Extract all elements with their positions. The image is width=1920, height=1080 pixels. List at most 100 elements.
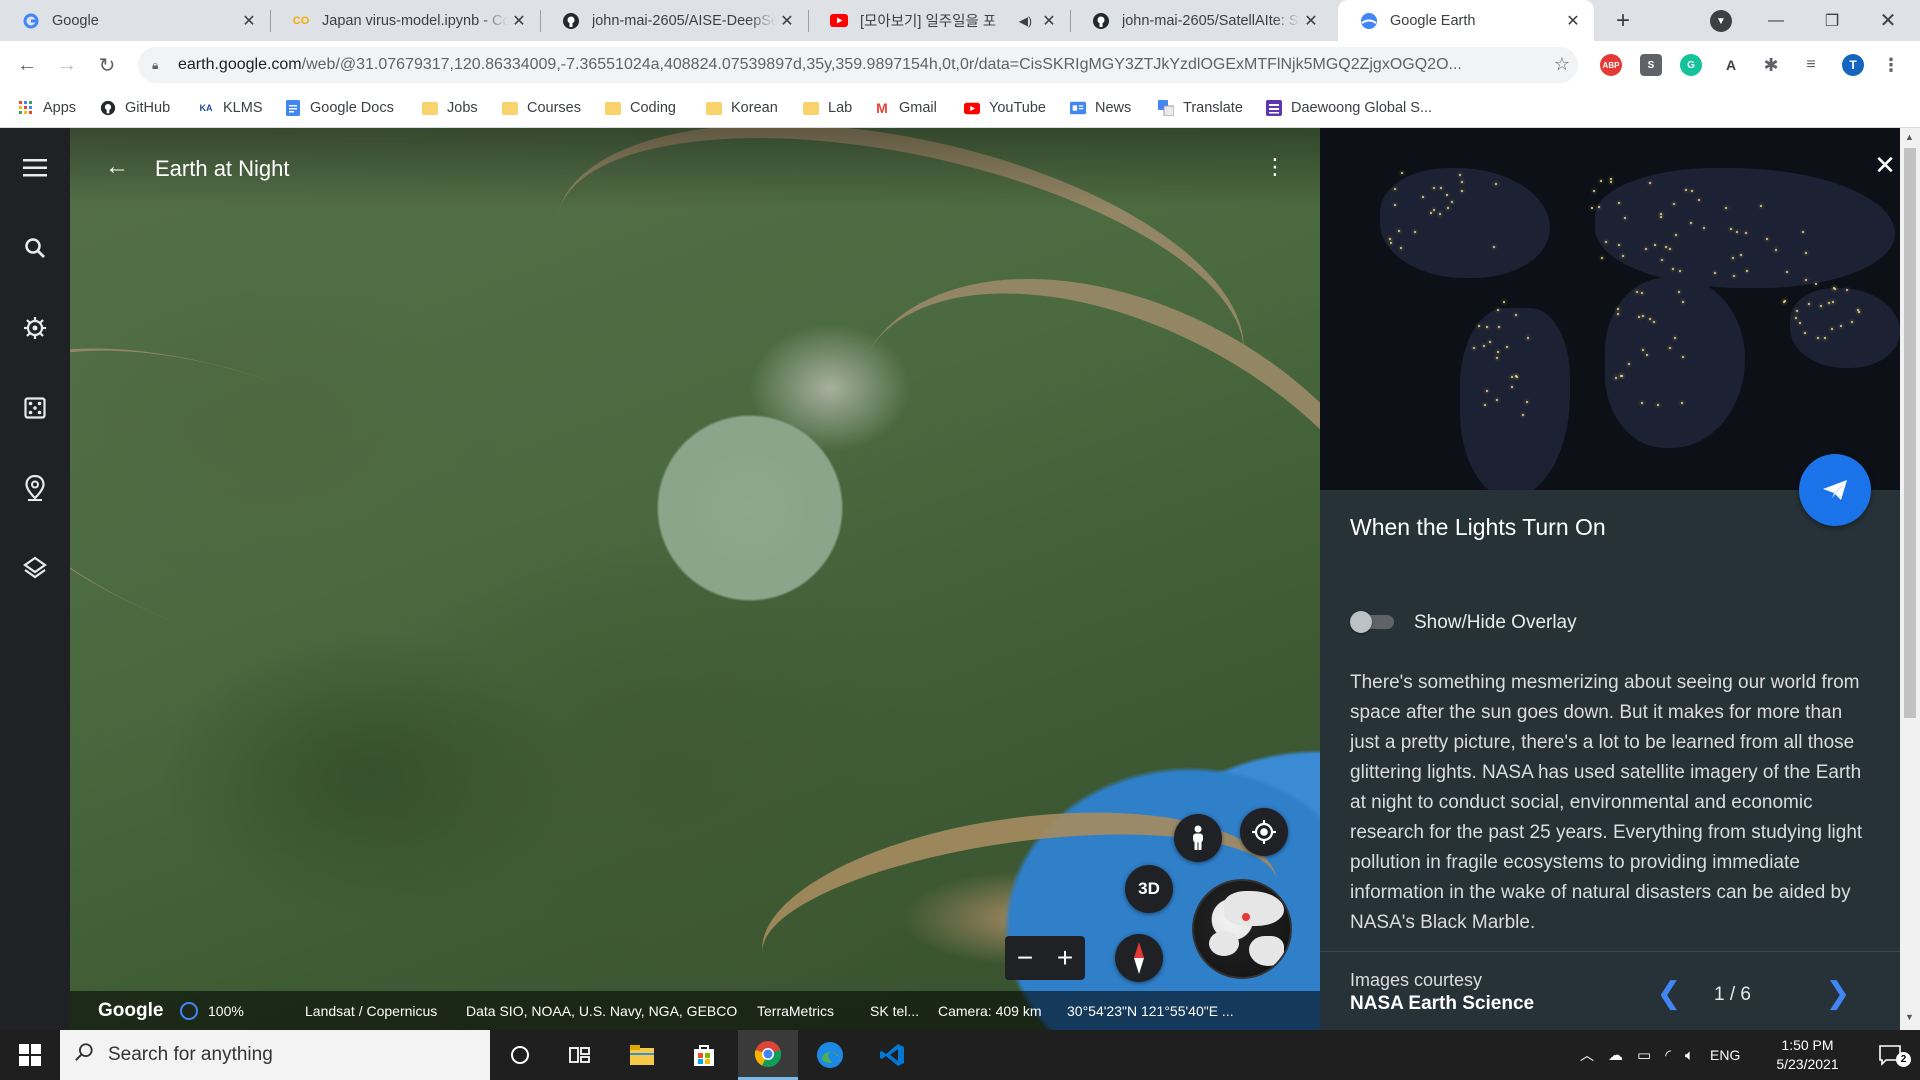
restore-icon[interactable]: ❐ <box>1804 0 1860 41</box>
action-center-notification-icon[interactable]: 2 <box>1860 1030 1920 1080</box>
profile-avatar[interactable]: T <box>1842 54 1864 76</box>
compass-icon[interactable] <box>1115 934 1163 982</box>
city-light <box>1438 212 1441 215</box>
windows-start-icon[interactable] <box>0 1030 60 1080</box>
tab-github-deepsentinel[interactable]: john-mai-2605/AISE-DeepSentinel ✕ <box>540 0 808 41</box>
window-close-icon[interactable]: ✕ <box>1860 0 1916 41</box>
tab-audio-icon[interactable]: ◀) <box>1019 14 1032 28</box>
taskbar-search-box[interactable]: Search for anything <box>60 1030 490 1080</box>
microsoft-store-icon[interactable] <box>674 1030 734 1080</box>
tab-github-satellaite[interactable]: john-mai-2605/SatellAIte: Satellite ✕ <box>1070 0 1332 41</box>
reload-icon[interactable]: ↻ <box>92 50 122 80</box>
chrome-taskbar-icon[interactable] <box>738 1030 798 1080</box>
back-arrow-icon[interactable]: ← <box>12 50 42 80</box>
feeling-lucky-dice-icon[interactable] <box>17 390 53 426</box>
toggle-3d-button[interactable]: 3D <box>1125 865 1173 913</box>
continent-shape <box>1595 168 1895 288</box>
extension-label: ABP <box>1602 60 1620 70</box>
back-arrow-icon[interactable]: ← <box>100 150 134 184</box>
bookmark-folder-coding[interactable]: Coding <box>605 96 676 120</box>
bookmark-google-docs[interactable]: Google Docs <box>285 96 394 120</box>
tab-close-icon[interactable]: ✕ <box>238 10 260 32</box>
tab-close-icon[interactable]: ✕ <box>1300 10 1322 32</box>
tab-youtube[interactable]: [모아보기] 일주일을 포 ◀) ✕ <box>808 0 1070 41</box>
tab-close-icon[interactable]: ✕ <box>1038 10 1060 32</box>
city-light <box>1389 242 1392 245</box>
voyager-icon[interactable] <box>17 310 53 346</box>
attribution-data[interactable]: Data SIO, NOAA, U.S. Navy, NGA, GEBCO <box>466 1003 737 1019</box>
share-button[interactable] <box>1799 454 1871 526</box>
satellite-map-view[interactable]: ← Earth at Night ⋮ 3D − + Google 100% La… <box>70 128 1320 1030</box>
close-panel-icon[interactable]: ✕ <box>1870 150 1900 180</box>
volume-icon[interactable]: 🔈︎ <box>1685 1047 1694 1064</box>
bookmark-folder-courses[interactable]: Courses <box>502 96 581 120</box>
chrome-menu-kebab-icon[interactable]: ⋮ <box>1880 54 1902 76</box>
overlay-toggle[interactable] <box>1350 611 1394 633</box>
tab-title: john-mai-2605/SatellAIte: Satellite <box>1122 12 1300 29</box>
bookmark-gmail[interactable]: M Gmail <box>874 96 937 120</box>
projects-pin-icon[interactable] <box>17 470 53 506</box>
tab-close-icon[interactable]: ✕ <box>1562 10 1584 32</box>
input-language[interactable]: ENG <box>1710 1047 1740 1063</box>
tab-search-chevron-icon[interactable]: ▼ <box>1710 10 1732 32</box>
street-view-pegman-icon[interactable] <box>1174 814 1222 862</box>
extension-a-icon[interactable]: A <box>1720 54 1742 76</box>
lock-icon[interactable]: 🔒︎ <box>152 58 166 73</box>
address-bar[interactable]: 🔒︎ earth.google.com/web/@31.07679317,120… <box>138 47 1578 83</box>
new-tab-plus-icon[interactable]: + <box>1610 7 1636 34</box>
extension-s-icon[interactable]: S <box>1640 54 1662 76</box>
vscode-taskbar-icon[interactable] <box>862 1030 922 1080</box>
bookmark-translate[interactable]: Translate <box>1158 96 1243 120</box>
city-light <box>1497 308 1500 311</box>
bookmark-daewoong[interactable]: Daewoong Global S... <box>1266 96 1432 120</box>
adblock-extension-icon[interactable]: ABP <box>1600 54 1622 76</box>
attribution-imagery[interactable]: Landsat / Copernicus <box>305 1003 437 1019</box>
tab-colab[interactable]: CO Japan virus-model.ipynb - Colaborator… <box>270 0 540 41</box>
search-icon[interactable] <box>17 230 53 266</box>
wifi-icon[interactable]: ◜ <box>1665 1046 1671 1064</box>
show-hidden-icons-chevron-icon[interactable]: ︿ <box>1580 1045 1594 1065</box>
map-style-layers-icon[interactable] <box>17 550 53 586</box>
my-location-icon[interactable] <box>1240 808 1288 856</box>
tab-google[interactable]: Google ✕ <box>0 0 270 41</box>
scrollbar-thumb[interactable] <box>1904 148 1916 718</box>
overview-globe[interactable] <box>1192 879 1292 979</box>
page-scrollbar[interactable]: ▲ ▼ <box>1900 128 1920 1030</box>
tab-google-earth[interactable]: Google Earth ✕ <box>1338 0 1594 41</box>
bookmark-folder-korean[interactable]: Korean <box>706 96 778 120</box>
file-explorer-icon[interactable] <box>612 1030 672 1080</box>
edge-taskbar-icon[interactable] <box>800 1030 860 1080</box>
zoom-in-button[interactable]: + <box>1057 942 1073 974</box>
attribution-sk[interactable]: SK tel... <box>870 1003 919 1019</box>
task-view-icon[interactable] <box>550 1030 610 1080</box>
forward-arrow-icon[interactable]: → <box>52 50 82 80</box>
city-light <box>1697 199 1700 202</box>
onedrive-cloud-icon[interactable]: ☁ <box>1608 1046 1623 1064</box>
media-control-icon[interactable]: ≡ <box>1800 54 1822 76</box>
more-options-icon[interactable]: ⋮ <box>1260 152 1290 182</box>
attribution-terrametrics[interactable]: TerraMetrics <box>757 1003 834 1019</box>
tab-close-icon[interactable]: ✕ <box>508 10 530 32</box>
previous-slide-chevron-icon[interactable]: ❮ <box>1654 977 1684 1010</box>
grammarly-extension-icon[interactable]: G <box>1680 54 1702 76</box>
url-text[interactable]: earth.google.com/web/@31.07679317,120.86… <box>178 56 1558 74</box>
cortana-circle-icon[interactable] <box>490 1030 550 1080</box>
scroll-down-arrow-icon[interactable]: ▼ <box>1905 1012 1914 1022</box>
bookmark-news[interactable]: News <box>1070 96 1131 120</box>
bookmark-folder-lab[interactable]: Lab <box>803 96 852 120</box>
bookmark-klms[interactable]: KA KLMS <box>198 96 263 120</box>
taskbar-clock[interactable]: 1:50 PM 5/23/2021 <box>1760 1036 1855 1074</box>
bookmark-folder-jobs[interactable]: Jobs <box>422 96 478 120</box>
bookmark-youtube[interactable]: YouTube <box>964 96 1046 120</box>
zoom-out-button[interactable]: − <box>1017 942 1033 974</box>
extensions-puzzle-icon[interactable]: ✱ <box>1760 54 1782 76</box>
battery-icon[interactable]: ▭ <box>1637 1046 1651 1064</box>
tab-close-icon[interactable]: ✕ <box>776 10 798 32</box>
minimize-icon[interactable]: — <box>1748 0 1804 41</box>
bookmark-apps[interactable]: Apps <box>18 96 76 120</box>
bookmark-star-icon[interactable]: ☆ <box>1554 54 1570 75</box>
scroll-up-arrow-icon[interactable]: ▲ <box>1905 132 1914 142</box>
bookmark-github[interactable]: GitHub <box>100 96 170 120</box>
next-slide-chevron-icon[interactable]: ❯ <box>1823 977 1853 1010</box>
menu-icon[interactable] <box>17 150 53 186</box>
